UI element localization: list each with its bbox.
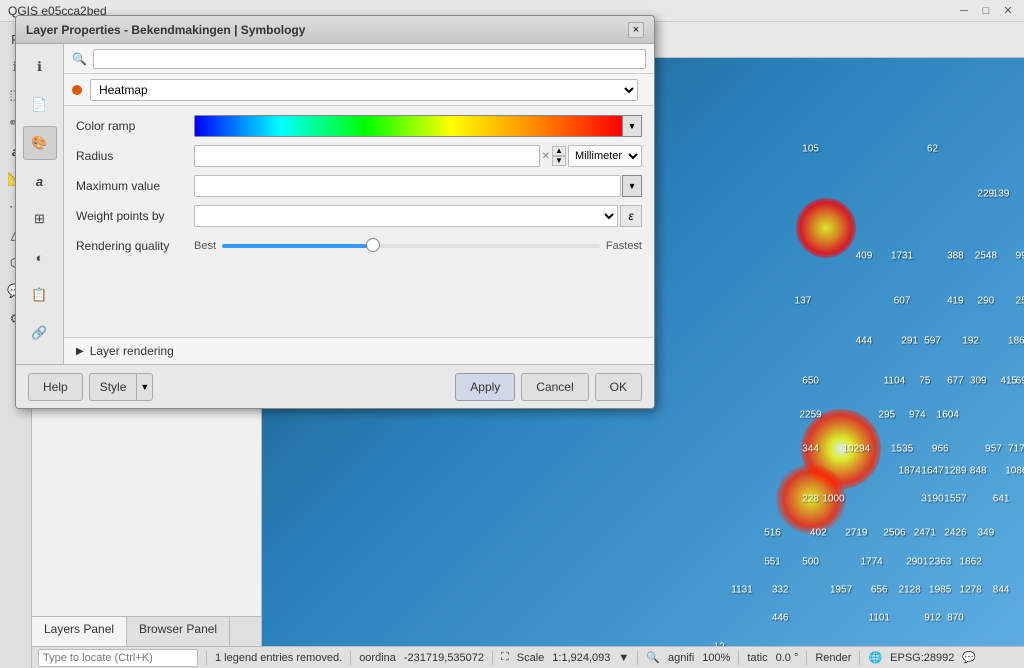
properties-form: Color ramp ▼ Radius 10.000000 ✕ [64,106,654,337]
dialog-titlebar: Layer Properties - Bekendmakingen | Symb… [16,16,654,44]
max-value-row: Maximum value Automatic ▼ [76,174,642,198]
color-ramp-preview[interactable] [194,115,623,137]
weight-label: Weight points by [76,209,186,223]
dialog-side-labels[interactable]: a [23,164,57,198]
dialog-close-button[interactable]: × [628,22,644,38]
style-button[interactable]: Style [89,373,138,401]
max-value-group: Automatic ▼ [194,175,642,197]
dialog-side-symbology[interactable]: 🎨 [23,126,57,160]
heatmap-type-dot [72,85,82,95]
dialog-footer: Help Style ▼ Apply Cancel OK [16,364,654,408]
dialog-side-rendering[interactable]: ◐ [23,240,57,274]
radius-spinners: ▲ ▼ [552,146,566,166]
clear-icon[interactable]: ✕ [542,151,550,162]
max-value-dropdown[interactable]: ▼ [622,175,642,197]
help-button[interactable]: Help [28,373,83,401]
weight-epsilon-button[interactable]: ε [620,205,642,227]
layer-rendering-label: Layer rendering [90,344,174,358]
cancel-button[interactable]: Cancel [521,373,588,401]
search-icon: 🔍 [72,52,87,66]
quality-slider-group: Best Fastest [194,240,642,252]
layer-properties-dialog: Layer Properties - Bekendmakingen | Symb… [15,15,655,409]
quality-fastest-label: Fastest [606,240,642,252]
dialog-side-joins[interactable]: 🔗 [23,316,57,350]
layer-rendering-arrow: ▶ [76,346,84,357]
layer-type-select[interactable]: Heatmap [90,79,638,101]
style-button-group: Style ▼ [89,373,154,401]
dialog-overlay: Layer Properties - Bekendmakingen | Symb… [0,0,1024,668]
layer-rendering-header[interactable]: ▶ Layer rendering [76,344,642,358]
dialog-main: 🔍 Heatmap Color ramp [64,44,654,364]
color-ramp-dropdown[interactable]: ▼ [622,115,642,137]
dialog-side-metadata[interactable]: 📋 [23,278,57,312]
color-ramp-value: ▼ [194,115,642,137]
ok-button[interactable]: OK [595,373,642,401]
weight-select[interactable] [194,205,618,227]
radius-input-group: 10.000000 ✕ ▲ ▼ Millimeter [194,145,642,167]
dialog-search-input[interactable] [93,49,646,69]
quality-label: Rendering quality [76,239,186,253]
quality-slider[interactable] [222,244,600,248]
weight-input-group: ε [194,205,642,227]
weight-row: Weight points by ε [76,204,642,228]
max-value-label: Maximum value [76,179,186,193]
max-value-input[interactable]: Automatic [194,175,621,197]
dialog-body: ℹ 📄 🎨 a ⊞ ◐ 📋 🔗 🔍 [16,44,654,364]
color-ramp-row: Color ramp ▼ [76,114,642,138]
dialog-sidebar: ℹ 📄 🎨 a ⊞ ◐ 📋 🔗 [16,44,64,364]
dialog-side-fields[interactable]: ⊞ [23,202,57,236]
layer-type-row: Heatmap [64,74,654,106]
dialog-search-bar: 🔍 [64,44,654,74]
color-ramp-label: Color ramp [76,119,186,133]
quality-row: Rendering quality Best Fastest [76,234,642,258]
radius-row: Radius 10.000000 ✕ ▲ ▼ Millimeter [76,144,642,168]
quality-slider-thumb[interactable] [366,238,380,252]
layer-rendering-section: ▶ Layer rendering [64,337,654,364]
apply-button[interactable]: Apply [455,373,515,401]
dialog-side-info[interactable]: ℹ [23,50,57,84]
dialog-title: Layer Properties - Bekendmakingen | Symb… [26,23,305,37]
radius-label: Radius [76,149,186,163]
radius-input[interactable]: 10.000000 [194,145,540,167]
radius-unit-select[interactable]: Millimeter [568,145,642,167]
quality-best-label: Best [194,240,216,252]
radius-increment[interactable]: ▲ [552,146,566,156]
style-dropdown-arrow[interactable]: ▼ [137,373,153,401]
dialog-side-source[interactable]: 📄 [23,88,57,122]
radius-decrement[interactable]: ▼ [552,156,566,166]
